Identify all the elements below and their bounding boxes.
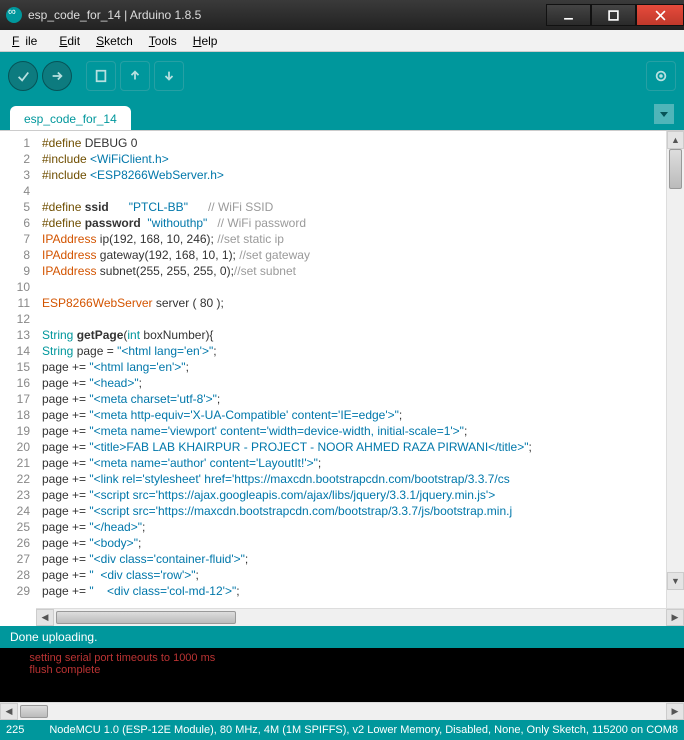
- code-area[interactable]: #define DEBUG 0#include <WiFiClient.h>#i…: [36, 131, 666, 608]
- scroll-down-icon[interactable]: ▼: [667, 572, 684, 590]
- tab-menu-button[interactable]: [654, 104, 674, 124]
- line-gutter: 1234567891011121314151617181920212223242…: [0, 131, 36, 608]
- status-message: Done uploading.: [0, 626, 684, 648]
- console-scrollbar[interactable]: ◀ ▶: [0, 702, 684, 720]
- maximize-button[interactable]: [591, 4, 636, 26]
- console-scroll-left-icon[interactable]: ◀: [0, 703, 18, 720]
- menu-tools[interactable]: Tools: [143, 32, 183, 50]
- output-console[interactable]: setting serial port timeouts to 1000 ms …: [0, 648, 684, 702]
- window-titlebar: esp_code_for_14 | Arduino 1.8.5: [0, 0, 684, 30]
- menu-help[interactable]: Help: [187, 32, 224, 50]
- close-button[interactable]: [636, 4, 684, 26]
- window-title: esp_code_for_14 | Arduino 1.8.5: [28, 8, 546, 22]
- bottom-status-bar: 225 NodeMCU 1.0 (ESP-12E Module), 80 MHz…: [0, 720, 684, 740]
- serial-monitor-button[interactable]: [646, 61, 676, 91]
- menu-file[interactable]: File: [6, 32, 49, 50]
- arduino-app-icon: [6, 7, 22, 23]
- verify-button[interactable]: [8, 61, 38, 91]
- menu-sketch[interactable]: Sketch: [90, 32, 139, 50]
- toolbar: [0, 52, 684, 100]
- tab-bar: esp_code_for_14: [0, 100, 684, 130]
- new-sketch-button[interactable]: [86, 61, 116, 91]
- open-button[interactable]: [120, 61, 150, 91]
- line-indicator: 225: [6, 724, 38, 736]
- scroll-up-icon[interactable]: ▲: [667, 131, 684, 149]
- hscroll-thumb[interactable]: [56, 611, 236, 624]
- menu-edit[interactable]: Edit: [53, 32, 86, 50]
- board-info: NodeMCU 1.0 (ESP-12E Module), 80 MHz, 4M…: [38, 724, 678, 736]
- console-scroll-thumb[interactable]: [20, 705, 48, 718]
- vertical-scrollbar[interactable]: ▲ ▼: [666, 131, 684, 608]
- scroll-left-icon[interactable]: ◀: [36, 609, 54, 626]
- code-editor[interactable]: 1234567891011121314151617181920212223242…: [0, 130, 684, 608]
- scroll-right-icon[interactable]: ▶: [666, 609, 684, 626]
- save-button[interactable]: [154, 61, 184, 91]
- console-scroll-right-icon[interactable]: ▶: [666, 703, 684, 720]
- minimize-button[interactable]: [546, 4, 591, 26]
- scroll-thumb[interactable]: [669, 149, 682, 189]
- upload-button[interactable]: [42, 61, 72, 91]
- sketch-tab[interactable]: esp_code_for_14: [10, 106, 131, 130]
- horizontal-scrollbar[interactable]: ◀ ▶: [36, 608, 684, 626]
- menu-bar: File Edit Sketch Tools Help: [0, 30, 684, 52]
